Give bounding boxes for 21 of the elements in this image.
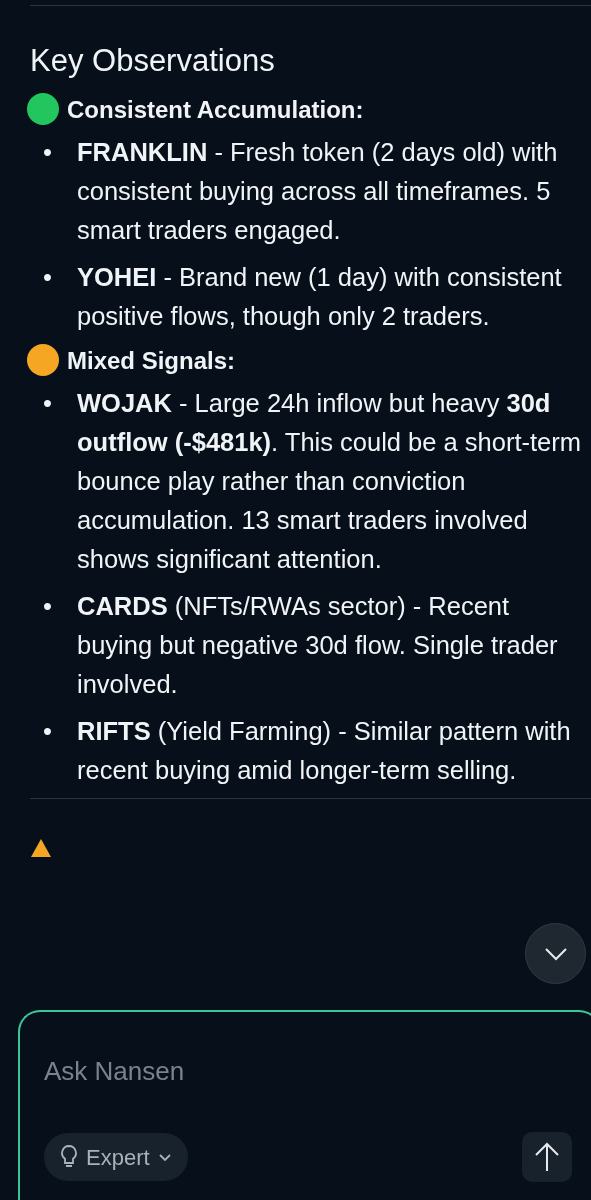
bullet-text: FRANKLIN - Fresh token (2 days old) with consistent buying across all timeframes. 5 smart traders engaged. — [77, 137, 559, 247]
bullet-marker: • — [42, 137, 53, 169]
subsection-title: Mixed Signals: — [67, 345, 236, 376]
lightbulb-icon — [60, 1144, 78, 1170]
ask-input[interactable]: Ask Nansen — [44, 1052, 484, 1091]
bullet-text: YOHEI - Brand new (1 day) with consistent positive flows, though only 2 traders. — [77, 262, 563, 333]
bullet-text: CARDS (NFTs/RWAs sector) - Recent buying but negative 30d flow. Single trader involved. — [77, 591, 559, 701]
bullet-marker: • — [42, 388, 53, 420]
section-heading: Key Observations — [30, 42, 276, 80]
chevron-down-icon — [157, 1152, 172, 1162]
mode-dropdown[interactable]: Expert — [44, 1133, 188, 1181]
bullet-marker: • — [42, 591, 53, 623]
bullet-text: WOJAK - Large 24h inflow but heavy 30d outflow (-$481k). This could be a short-term bounce play rather than conviction accumulation. 13 smart traders involved shows significant attention. — [77, 388, 583, 576]
arrow-up-icon — [534, 1141, 560, 1173]
bullet-text: RIFTS (Yield Farming) - Similar pattern with recent buying amid longer-term selling. — [77, 716, 572, 787]
chevron-down-icon — [543, 946, 568, 961]
bullet-marker: • — [42, 262, 53, 294]
warning-icon — [30, 837, 52, 858]
send-button[interactable] — [522, 1132, 572, 1182]
subsection-title: Consistent Accumulation: — [67, 94, 364, 125]
bullet-marker: • — [42, 716, 53, 748]
